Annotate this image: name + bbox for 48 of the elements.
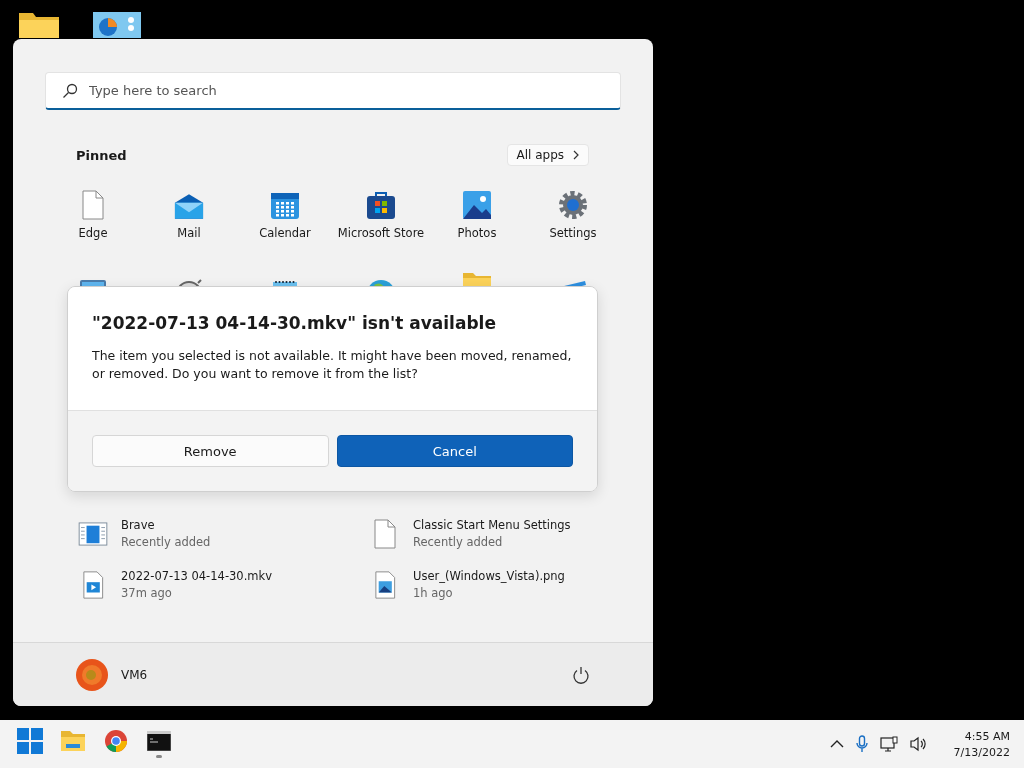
terminal-icon[interactable] <box>147 730 171 751</box>
chart-icon[interactable] <box>93 12 141 38</box>
calendar-icon <box>270 190 300 220</box>
windows-logo-icon[interactable] <box>17 727 43 754</box>
power-icon[interactable] <box>572 665 590 684</box>
file-detail: Recently added <box>413 535 504 549</box>
file-name[interactable]: 2022-07-13 04-14-30.mkv <box>121 569 272 583</box>
document-icon <box>373 518 397 549</box>
user-name[interactable]: VM6 <box>121 667 148 682</box>
app-label[interactable]: Microsoft Store <box>337 226 425 240</box>
app-label[interactable]: Calendar <box>259 226 311 240</box>
document-icon <box>81 190 105 220</box>
app-label[interactable]: Photos <box>457 226 497 240</box>
dialog-title: "2022-07-13 04-14-30.mkv" isn't available <box>92 313 497 333</box>
image-file-icon <box>373 569 397 600</box>
file-name[interactable]: Brave <box>121 518 211 532</box>
dialog-message: The item you selected is not available. It might have been moved, renamed, or removed. Do you want to remove it from the list? <box>92 347 573 383</box>
shopping-bag-icon <box>366 190 396 220</box>
browser-icon[interactable] <box>104 728 128 753</box>
avatar-icon[interactable] <box>76 658 108 691</box>
section-title: Pinned <box>76 147 127 163</box>
app-label[interactable]: Mail <box>177 226 201 240</box>
network-icon[interactable] <box>879 736 898 752</box>
settings-icon <box>558 190 588 220</box>
clock-time[interactable]: 4:55 AM <box>964 729 1010 743</box>
file-name[interactable]: User_(Windows_Vista).png <box>413 569 565 583</box>
file-detail: 1h ago <box>413 586 454 600</box>
app-window-icon <box>78 521 108 546</box>
speaker-icon[interactable] <box>909 736 928 752</box>
file-name[interactable]: Classic Start Menu Settings <box>413 518 571 532</box>
clock-date[interactable]: 7/13/2022 <box>953 745 1010 759</box>
file-detail: Recently added <box>121 535 211 549</box>
file-detail: 37m ago <box>121 586 173 600</box>
remove-button[interactable]: Remove <box>92 435 329 467</box>
cancel-button[interactable]: Cancel <box>336 435 573 467</box>
video-file-icon <box>81 569 105 600</box>
search-field[interactable]: Type here to search <box>45 72 621 110</box>
search-icon <box>62 83 78 99</box>
photo-icon <box>462 190 492 220</box>
microphone-icon[interactable] <box>855 735 868 753</box>
all-apps-button[interactable]: All apps <box>507 144 589 166</box>
app-label[interactable]: Settings <box>549 226 597 240</box>
running-indicator <box>156 754 162 758</box>
folder-icon[interactable] <box>18 12 60 38</box>
mail-icon <box>174 193 204 220</box>
app-label[interactable]: Edge <box>78 226 108 240</box>
chevron-up-icon[interactable] <box>829 739 844 749</box>
chevron-right-icon <box>572 150 580 160</box>
